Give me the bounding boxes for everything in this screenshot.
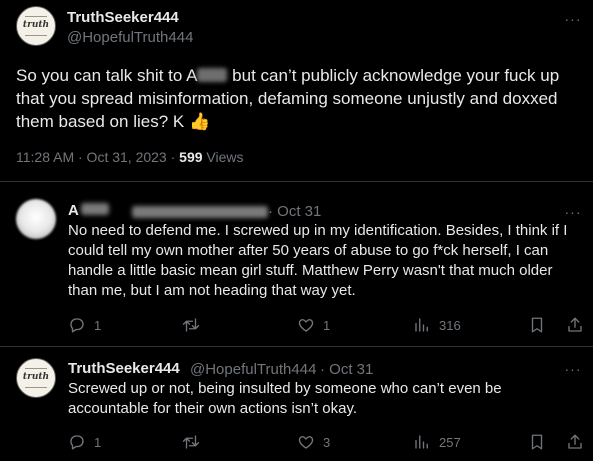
avatar[interactable]: truth [16, 6, 56, 46]
post-date[interactable]: · Oct 31 [268, 203, 321, 220]
reply-button[interactable]: 1 [68, 316, 101, 334]
avatar[interactable]: truth [16, 358, 56, 398]
user-handle[interactable]: @HopefulTruth444 [190, 361, 316, 378]
views-count: 599 [179, 149, 203, 165]
redacted-handle [132, 206, 268, 218]
display-name[interactable]: A [68, 202, 109, 219]
redacted-name [197, 68, 228, 82]
share-button[interactable] [566, 433, 584, 451]
share-button[interactable] [566, 316, 584, 334]
divider [0, 346, 593, 347]
avatar[interactable] [16, 199, 56, 239]
repost-button[interactable] [182, 316, 200, 334]
reply-text: Screwed up or not, being insulted by som… [68, 380, 502, 417]
repost-icon [182, 435, 200, 449]
post-meta: 11:28 AM · Oct 31, 2023 · 599 Views [16, 149, 244, 165]
like-button[interactable]: 1 [297, 316, 330, 334]
repost-icon [182, 318, 200, 332]
share-icon [568, 317, 582, 332]
views-label: Views [202, 149, 244, 165]
like-button[interactable]: 3 [297, 433, 330, 451]
reply-button[interactable]: 1 [68, 433, 101, 451]
timestamp[interactable]: 11:28 AM · Oct 31, 2023 · [16, 149, 179, 165]
bookmark-button[interactable] [528, 316, 546, 334]
display-name[interactable]: TruthSeeker444 [67, 9, 179, 26]
bookmark-button[interactable] [528, 433, 546, 451]
post-text: So you can talk shit to A but can’t publ… [16, 66, 560, 131]
reply-icon [70, 435, 84, 450]
divider [0, 181, 593, 182]
share-icon [568, 434, 582, 449]
main-post: truth TruthSeeker444 @HopefulTruth444 ··… [0, 0, 593, 181]
user-handle[interactable]: @HopefulTruth444 [67, 29, 193, 46]
views-icon [415, 435, 428, 449]
display-name[interactable]: TruthSeeker444 [68, 360, 180, 377]
post-date[interactable]: · Oct 31 [320, 361, 373, 378]
views-button[interactable]: 316 [413, 316, 461, 334]
bookmark-icon [531, 434, 543, 450]
reply-text: No need to defend me. I screwed up in my… [68, 222, 568, 299]
thumbs-up-emoji: 👍 [188, 112, 211, 131]
views-icon [415, 318, 428, 332]
like-icon [298, 436, 314, 449]
redacted-name [80, 203, 109, 215]
like-icon [298, 319, 314, 332]
bookmark-icon [531, 317, 543, 333]
views-button[interactable]: 257 [413, 433, 461, 451]
repost-button[interactable] [182, 433, 200, 451]
more-icon[interactable]: ··· [564, 12, 582, 32]
reply-icon [70, 318, 84, 333]
